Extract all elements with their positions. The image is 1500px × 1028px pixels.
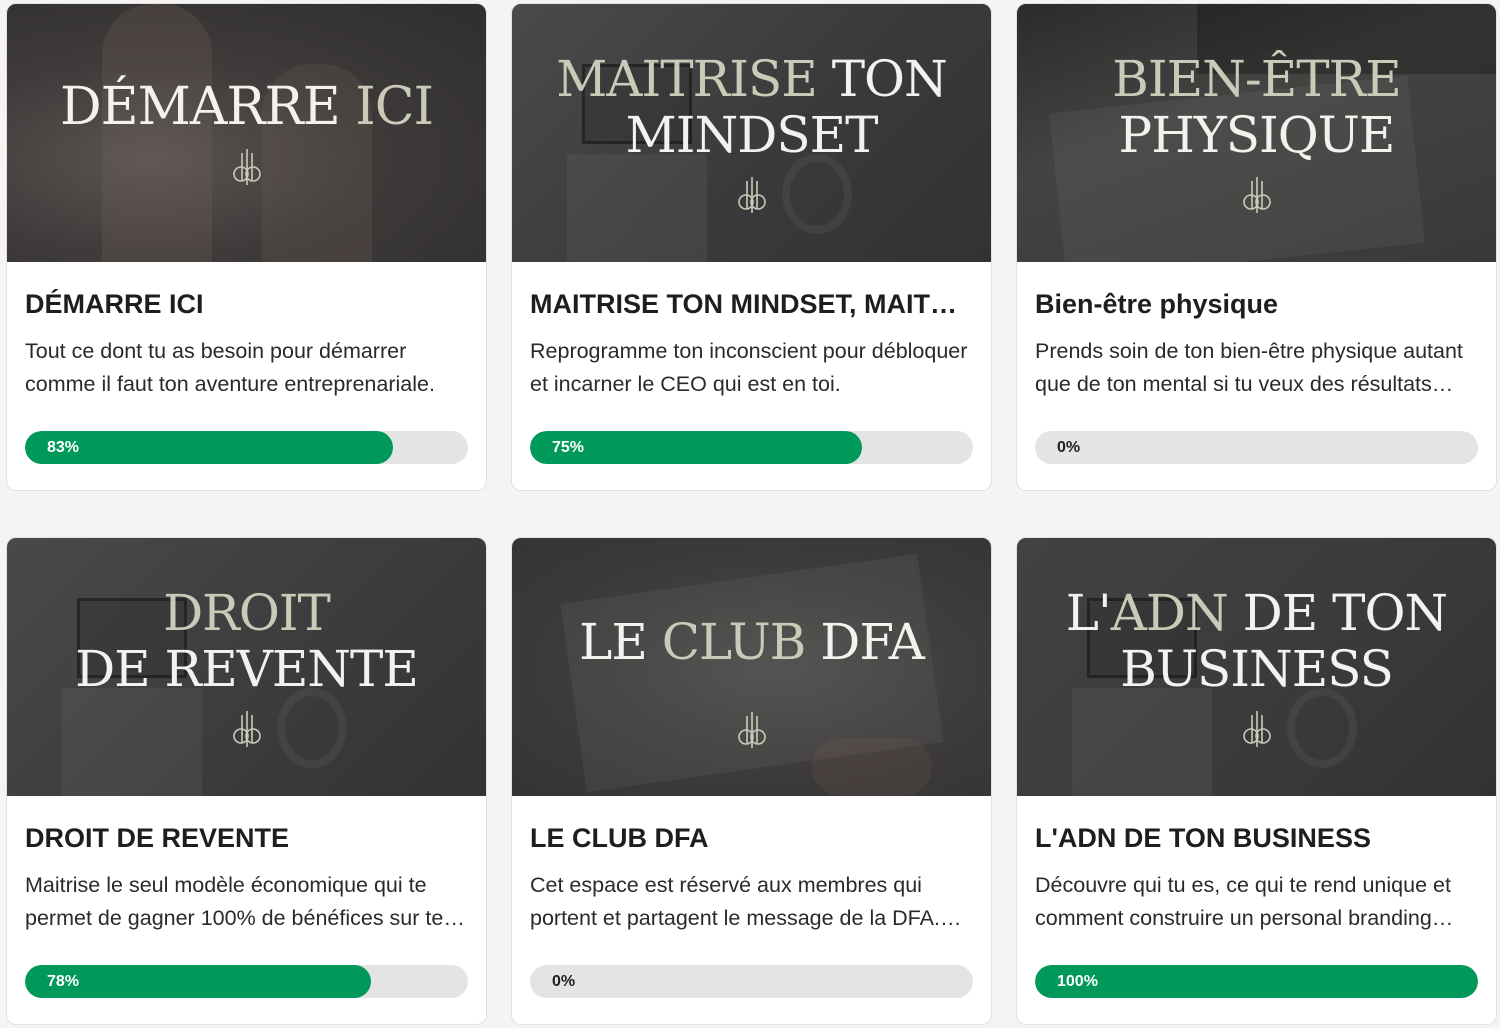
brand-monogram-icon — [232, 149, 261, 185]
progress-label: 100% — [1057, 973, 1098, 990]
progress-bar: 0% — [530, 965, 973, 998]
course-card-bien-etre-physique[interactable]: BIEN-ÊTRE PHYSIQUE Bien-être physique Pr… — [1016, 3, 1497, 491]
course-cover[interactable]: DROIT DE REVENTE — [7, 538, 486, 796]
course-title[interactable]: MAITRISE TON MINDSET, MAITRI... — [530, 288, 973, 320]
course-description: Prends soin de ton bien-être physique au… — [1035, 339, 1463, 396]
course-card-le-club-dfa[interactable]: LE CLUB DFA LE CLUB DFA Cet espace est r… — [511, 537, 992, 1025]
course-description: Tout ce dont tu as besoin pour démarrer … — [25, 339, 435, 396]
brand-monogram-icon — [232, 711, 261, 747]
progress-bar: 75% — [530, 431, 973, 464]
course-title[interactable]: DÉMARRE ICI — [25, 288, 468, 320]
course-card-adn-de-ton-business[interactable]: L'ADN DE TON BUSINESS L'ADN DE TON BUSIN… — [1016, 537, 1497, 1025]
progress-fill — [1035, 965, 1478, 998]
brand-monogram-icon — [737, 712, 766, 748]
brand-monogram-icon — [737, 177, 766, 213]
course-cover[interactable]: MAITRISE TON MINDSET — [512, 4, 991, 262]
course-card-demarre-ici[interactable]: DÉMARRE ICI DÉMARRE ICI Tout ce dont tu … — [6, 3, 487, 491]
course-cover[interactable]: BIEN-ÊTRE PHYSIQUE — [1017, 4, 1496, 262]
cover-title: MAITRISE TON MINDSET — [556, 50, 948, 164]
course-title[interactable]: L'ADN DE TON BUSINESS — [1035, 822, 1478, 854]
cover-title: DÉMARRE ICI — [59, 77, 434, 137]
cover-title: L'ADN DE TON BUSINESS — [1065, 584, 1448, 698]
course-card-maitrise-ton-mindset[interactable]: MAITRISE TON MINDSET MAITRISE TON MINDSE… — [511, 3, 992, 491]
progress-label: 78% — [47, 973, 80, 990]
brand-monogram-icon — [1242, 177, 1271, 213]
cover-title: DROIT DE REVENTE — [75, 584, 419, 698]
progress-label: 75% — [552, 439, 585, 456]
course-title[interactable]: LE CLUB DFA — [530, 822, 973, 854]
course-cover[interactable]: LE CLUB DFA — [512, 538, 991, 796]
progress-bar: 78% — [25, 965, 468, 998]
course-cover[interactable]: DÉMARRE ICI — [7, 4, 486, 262]
progress-fill — [25, 431, 393, 464]
course-description: Cet espace est réservé aux membres qui p… — [530, 873, 962, 930]
cover-title: BIEN-ÊTRE PHYSIQUE — [1112, 50, 1402, 164]
course-description: Reprogramme ton inconscient pour débloqu… — [530, 339, 968, 396]
course-cover[interactable]: L'ADN DE TON BUSINESS — [1017, 538, 1496, 796]
progress-bar: 83% — [25, 431, 468, 464]
course-grid: DÉMARRE ICI DÉMARRE ICI Tout ce dont tu … — [6, 3, 1497, 1025]
progress-bar: 0% — [1035, 431, 1478, 464]
progress-label: 0% — [552, 973, 576, 990]
progress-label: 0% — [1057, 439, 1081, 456]
course-description: Découvre qui tu es, ce qui te rend uniqu… — [1035, 873, 1454, 930]
course-title[interactable]: Bien-être physique — [1035, 288, 1478, 320]
brand-monogram-icon — [1242, 711, 1271, 747]
progress-bar: 100% — [1035, 965, 1478, 998]
course-description: Maitrise le seul modèle économique qui t… — [25, 873, 465, 930]
progress-label: 83% — [47, 439, 80, 456]
course-card-droit-de-revente[interactable]: DROIT DE REVENTE DROIT DE REVENTE Maitri… — [6, 537, 487, 1025]
course-title[interactable]: DROIT DE REVENTE — [25, 822, 468, 854]
cover-title: LE CLUB DFA — [579, 613, 925, 671]
